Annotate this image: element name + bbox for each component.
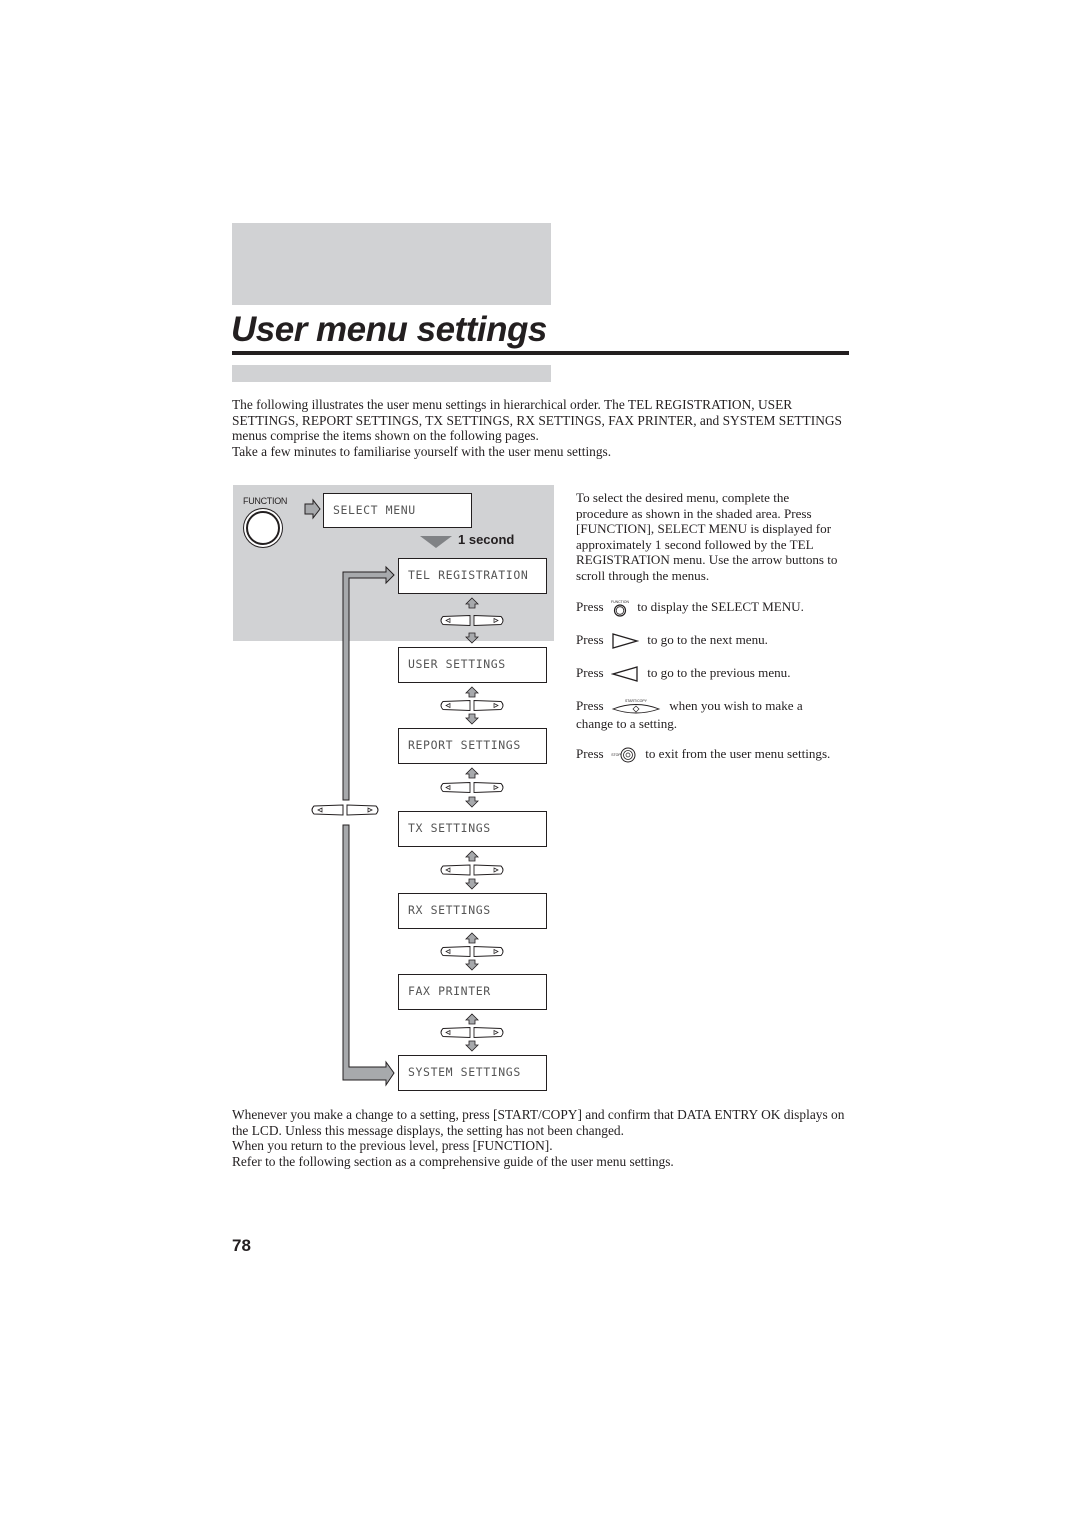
- press-word: Press: [576, 598, 604, 614]
- function-button-icon: FUNCTION: [611, 600, 629, 617]
- left-right-arrow-keys-icon: [440, 946, 504, 957]
- nav-keys-group: [440, 850, 504, 890]
- lcd-menu-user-settings: USER SETTINGS: [398, 647, 547, 683]
- up-arrow-icon: [465, 1013, 479, 1025]
- up-arrow-icon: [465, 767, 479, 779]
- loop-arrow-icon: [342, 565, 395, 1087]
- left-right-arrow-keys-icon: [440, 615, 504, 626]
- instructions-column: To select the desired menu, complete the…: [576, 490, 838, 779]
- svg-text:STOP: STOP: [611, 753, 621, 757]
- left-right-arrow-keys-icon: [440, 864, 504, 876]
- down-arrow-icon: [465, 713, 479, 725]
- press-word: Press: [576, 664, 604, 680]
- nav-keys-group: [440, 597, 504, 644]
- lcd-menu-tx-settings: TX SETTINGS: [398, 811, 547, 847]
- prev-instruction-text: to go to the previous menu.: [647, 664, 791, 680]
- footer-line-3: Refer to the following section as a comp…: [232, 1154, 674, 1170]
- lcd-menu-tel-registration: TEL REGISTRATION: [398, 558, 547, 594]
- left-right-arrow-keys-icon: [440, 1027, 504, 1038]
- instructions-description: To select the desired menu, complete the…: [576, 490, 838, 583]
- nav-keys-group: [440, 932, 504, 971]
- down-arrow-icon: [465, 632, 479, 644]
- left-arrow-key-icon: [610, 665, 638, 682]
- down-arrow-icon: [465, 959, 479, 971]
- press-word: Press: [576, 746, 604, 762]
- up-arrow-icon: [465, 597, 479, 609]
- delay-label: 1 second: [458, 532, 515, 547]
- footer-line-2: When you return to the previous level, p…: [232, 1138, 553, 1154]
- svg-text:START/COPY: START/COPY: [625, 699, 648, 703]
- up-arrow-icon: [465, 850, 479, 862]
- page-number: 78: [232, 1236, 251, 1255]
- stop-button-icon: STOP: [611, 747, 636, 763]
- instruction-start: Press START/COPY when you wish to make a…: [576, 698, 838, 732]
- lcd-menu-fax-printer: FAX PRINTER: [398, 974, 547, 1010]
- instruction-next: Press to go to the next menu.: [576, 632, 838, 650]
- instruction-function: Press FUNCTION to display the SELECT MEN…: [576, 599, 838, 617]
- lcd-menu-rx-settings: RX SETTINGS: [398, 893, 547, 929]
- svg-text:FUNCTION: FUNCTION: [611, 600, 629, 604]
- lcd-select-menu: SELECT MENU: [323, 493, 472, 528]
- down-arrow-icon: [465, 796, 479, 808]
- lcd-menu-report-settings: REPORT SETTINGS: [398, 728, 547, 764]
- nav-keys-group: [440, 1013, 504, 1052]
- lcd-menu-system-settings: SYSTEM SETTINGS: [398, 1055, 547, 1091]
- down-arrow-icon: [465, 1040, 479, 1052]
- pointer-arrow-icon: [304, 498, 321, 520]
- down-triangle-icon: [420, 536, 452, 548]
- instruction-prev: Press to go to the previous menu.: [576, 665, 838, 683]
- nav-keys-group: [440, 686, 504, 725]
- up-arrow-icon: [465, 686, 479, 698]
- function-instruction-text: to display the SELECT MENU.: [637, 598, 804, 614]
- start-copy-button-icon: START/COPY: [611, 699, 661, 714]
- down-arrow-icon: [465, 878, 479, 890]
- up-arrow-icon: [465, 932, 479, 944]
- right-arrow-key-icon: [612, 632, 639, 649]
- nav-keys-group: [440, 767, 504, 808]
- press-word: Press: [576, 697, 604, 713]
- press-word: Press: [576, 631, 604, 647]
- left-right-arrow-keys-icon: [440, 700, 504, 711]
- footer-line-1: Whenever you make a change to a setting,…: [232, 1107, 845, 1138]
- stop-instruction-text: to exit from the user menu settings.: [645, 746, 831, 762]
- left-right-arrow-keys-icon: [311, 804, 379, 816]
- next-instruction-text: to go to the next menu.: [647, 631, 768, 647]
- left-right-arrow-keys-icon: [440, 782, 504, 793]
- menu-flow-diagram: [304, 498, 504, 1087]
- footer-notes: Whenever you make a change to a setting,…: [232, 1107, 852, 1170]
- instruction-stop: Press STOP to exit from the user menu se…: [576, 746, 838, 764]
